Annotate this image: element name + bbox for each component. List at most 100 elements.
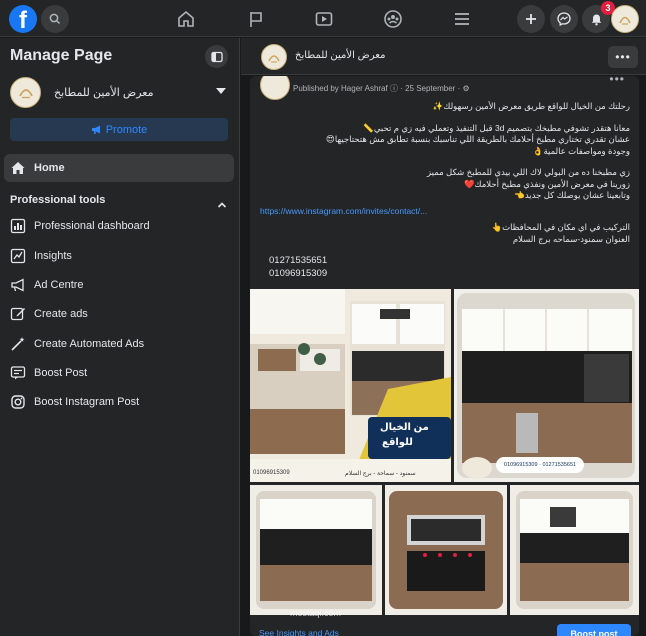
kitchen-image bbox=[510, 485, 639, 615]
phone-number[interactable]: 01096915309 bbox=[269, 267, 327, 280]
sidebar-item-label: Create Automated Ads bbox=[34, 338, 145, 350]
promo-headline: من الخيال bbox=[380, 422, 429, 433]
magic-wand-icon bbox=[9, 335, 27, 353]
sidebar-item-label: Insights bbox=[34, 250, 72, 262]
messenger-button[interactable] bbox=[550, 5, 578, 33]
post-line: العنوان سمنود-سماحه برج السلام bbox=[512, 233, 630, 244]
manage-page-sidebar: Manage Page معرض الأمين للمطابخ Promote … bbox=[0, 38, 240, 636]
post-photos: من الخيال للواقع 01096915309 سمنود - سما… bbox=[250, 289, 639, 615]
plus-icon bbox=[526, 14, 536, 24]
groups-nav-tab[interactable] bbox=[380, 6, 406, 32]
post-date[interactable]: 25 September bbox=[405, 84, 455, 93]
collapse-sidebar-button[interactable] bbox=[205, 45, 228, 68]
boost-post-button[interactable]: Boost post bbox=[557, 624, 631, 636]
sidebar-item-create-ads[interactable]: Create ads bbox=[4, 300, 234, 328]
caret-down-icon bbox=[216, 88, 226, 94]
video-icon bbox=[315, 12, 333, 26]
see-insights-link[interactable]: See Insights and Ads bbox=[259, 628, 339, 636]
account-avatar[interactable] bbox=[611, 5, 639, 33]
page-switcher[interactable]: معرض الأمين للمطابخ bbox=[10, 76, 232, 108]
kitchen-photo[interactable] bbox=[250, 485, 382, 615]
kitchen-image bbox=[250, 485, 382, 615]
post-line: وجودة ومواصفات عالمية👌 bbox=[532, 145, 630, 156]
bell-icon bbox=[591, 14, 601, 25]
info-icon: ⓘ bbox=[389, 84, 398, 93]
home-icon bbox=[178, 10, 194, 27]
search-button[interactable] bbox=[41, 5, 69, 33]
instagram-link[interactable]: https://www.instagram.com/invites/contac… bbox=[260, 206, 427, 216]
promo-phone-pill: 01096915309 · 01271535651 bbox=[496, 457, 584, 473]
post-meta: Published by Hager Ashraf ⓘ · 25 Septemb… bbox=[293, 84, 470, 93]
instagram-icon bbox=[9, 393, 27, 411]
insights-icon bbox=[9, 247, 27, 265]
top-navigation-bar: f 3 bbox=[0, 0, 646, 37]
sidebar-item-boost-post[interactable]: Boost Post bbox=[4, 359, 234, 387]
phone-number[interactable]: 01271535651 bbox=[269, 254, 327, 267]
promo-phone: 01096915309 bbox=[253, 470, 290, 476]
sidebar-item-insights[interactable]: Insights bbox=[4, 242, 234, 270]
watch-nav-tab[interactable] bbox=[311, 6, 337, 32]
kitchen-photo[interactable]: 01096915309 · 01271535651 bbox=[454, 289, 639, 482]
sidebar-item-boost-instagram-post[interactable]: Boost Instagram Post bbox=[4, 388, 234, 416]
header-page-name[interactable]: معرض الأمين للمطابخ bbox=[295, 50, 385, 61]
professional-tools-heading: Professional tools bbox=[10, 194, 106, 206]
megaphone-icon bbox=[91, 125, 100, 134]
page-name: معرض الأمين للمطابخ bbox=[54, 86, 154, 99]
sidebar-item-label: Ad Centre bbox=[34, 279, 84, 291]
header-more-button[interactable]: ••• bbox=[608, 46, 638, 68]
megaphone-icon bbox=[9, 276, 27, 294]
sidebar-item-label: Boost Post bbox=[34, 367, 88, 379]
phone-numbers: 01271535651 01096915309 bbox=[269, 254, 327, 280]
pages-nav-tab[interactable] bbox=[243, 6, 269, 32]
post-line: زي مطبخنا ده من البولي لاك اللي بيدي للم… bbox=[426, 167, 630, 177]
page-avatar[interactable] bbox=[261, 44, 287, 70]
post-line: وتابعينا عشان يوصلك كل جديد👈 bbox=[514, 190, 630, 200]
facebook-logo[interactable]: f bbox=[9, 5, 37, 33]
sidebar-item-label: Create ads bbox=[34, 308, 88, 320]
promote-button[interactable]: Promote bbox=[10, 118, 228, 141]
brand-logo-icon bbox=[18, 89, 33, 99]
home-nav-tab[interactable] bbox=[173, 6, 199, 32]
sidebar-item-ad-centre[interactable]: Ad Centre bbox=[4, 271, 234, 299]
sidebar-item-label: Professional dashboard bbox=[34, 220, 150, 232]
kitchen-photo[interactable] bbox=[510, 485, 639, 615]
post-line: التركيب في اي مكان في المحافظات👆 bbox=[491, 222, 630, 232]
brand-logo-icon bbox=[462, 457, 492, 479]
page-header: معرض الأمين للمطابخ ••• bbox=[241, 38, 646, 75]
boost-post-icon bbox=[9, 364, 27, 382]
create-button[interactable] bbox=[517, 5, 545, 33]
sidebar-item-home[interactable]: Home bbox=[4, 154, 234, 182]
post-card: Published by Hager Ashraf ⓘ · 25 Septemb… bbox=[250, 76, 639, 636]
post-body: رحلتك من الخيال للواقع طريق معرض الأمين … bbox=[258, 101, 630, 202]
hamburger-menu-icon bbox=[455, 13, 469, 25]
flag-icon bbox=[250, 12, 262, 27]
kitchen-image bbox=[454, 289, 639, 482]
post-author-avatar[interactable] bbox=[260, 76, 290, 100]
brand-logo-icon bbox=[268, 55, 280, 63]
published-by[interactable]: Published by Hager Ashraf bbox=[293, 84, 388, 93]
notifications-button[interactable]: 3 bbox=[582, 1, 615, 33]
brand-logo-icon bbox=[619, 16, 631, 25]
post-more-button[interactable]: ••• bbox=[609, 76, 625, 86]
kitchen-photo[interactable] bbox=[385, 485, 507, 615]
menu-nav-tab[interactable] bbox=[449, 6, 475, 32]
sidebar-item-create-automated-ads[interactable]: Create Automated Ads bbox=[4, 330, 234, 358]
oven-image bbox=[385, 485, 507, 615]
promote-label: Promote bbox=[105, 123, 148, 136]
post-body-2: التركيب في اي مكان في المحافظات👆 العنوان… bbox=[258, 222, 630, 245]
post-line: زورينا في معرض الأمين ونفذي مطبخ أحلامك❤… bbox=[463, 178, 630, 189]
post-line: معانا هتقدر تشوفي مطبخك بتصميم 3d قبل ال… bbox=[363, 122, 630, 133]
kitchen-render-image bbox=[250, 289, 451, 482]
pencil-icon bbox=[9, 305, 27, 323]
promo-address: سمنود - سماحة - برج السلام bbox=[345, 471, 416, 477]
watermark: mostaql.com bbox=[290, 608, 342, 618]
sidebar-item-label: Home bbox=[34, 162, 65, 174]
sidebar-panel-icon bbox=[210, 51, 223, 62]
sidebar-item-label: Boost Instagram Post bbox=[34, 396, 140, 408]
home-icon bbox=[9, 159, 27, 177]
post-line: عشان تقدري تختاري مطبخ أحلامك بالطريقة ا… bbox=[325, 134, 630, 144]
promo-photo[interactable]: من الخيال للواقع 01096915309 سمنود - سما… bbox=[250, 289, 451, 482]
sidebar-item-professional-dashboard[interactable]: Professional dashboard bbox=[4, 212, 234, 240]
page-avatar bbox=[10, 76, 41, 108]
sidebar-title: Manage Page bbox=[10, 47, 113, 64]
